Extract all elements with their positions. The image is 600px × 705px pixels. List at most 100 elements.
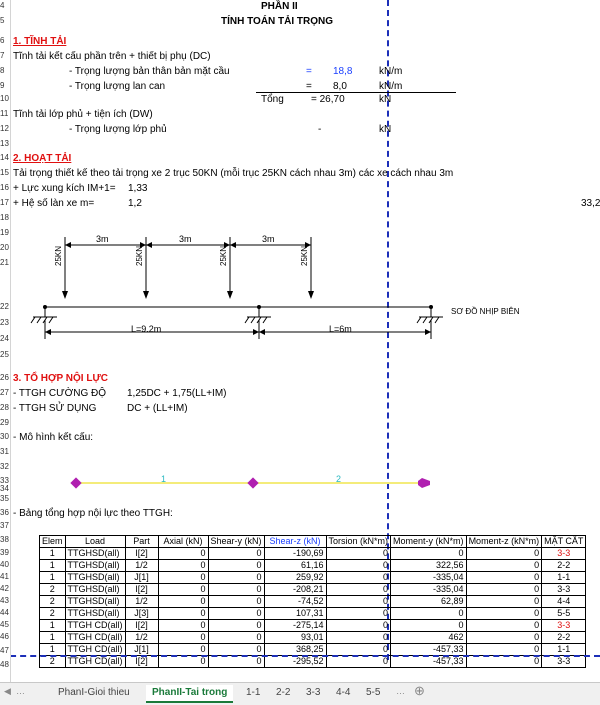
table-cell[interactable]: -275,14 — [263, 619, 327, 632]
table-cell[interactable]: 3-3 — [541, 583, 587, 596]
row-number[interactable]: 31 — [0, 447, 10, 456]
more-sheets-icon[interactable]: … — [396, 686, 405, 696]
row-number[interactable]: 24 — [0, 334, 10, 343]
row-number[interactable]: 47 — [0, 646, 10, 655]
tab-2-2[interactable]: 2-2 — [270, 685, 296, 701]
edge-cell-value[interactable]: 33,2 — [581, 198, 600, 210]
table-cell[interactable]: 0 — [325, 595, 392, 608]
table-cell[interactable]: 0 — [465, 571, 543, 584]
table-cell[interactable]: I[2] — [124, 583, 159, 596]
table-cell[interactable]: TTGHSD(all) — [64, 547, 126, 560]
table-cell[interactable]: 61,16 — [263, 559, 327, 572]
table-cell[interactable]: 0 — [157, 583, 209, 596]
tab-phanii-tai-trong[interactable]: PhanII-Tai trong — [146, 685, 234, 703]
table-cell[interactable]: 0 — [157, 571, 209, 584]
table-cell[interactable]: 1-1 — [541, 643, 587, 656]
table-cell[interactable]: 462 — [390, 631, 467, 644]
table-cell[interactable]: 0 — [325, 619, 392, 632]
add-sheet-icon[interactable]: ⊕ — [414, 683, 425, 699]
table-cell[interactable]: 0 — [465, 631, 543, 644]
table-cell[interactable]: 0 — [390, 547, 467, 560]
row-number[interactable]: 22 — [0, 302, 10, 311]
row-number[interactable]: 13 — [0, 139, 10, 148]
table-header-cell[interactable]: Moment-z (kN*m) — [465, 535, 543, 548]
tab-1-1[interactable]: 1-1 — [240, 685, 266, 701]
table-cell[interactable]: TTGH CD(all) — [64, 631, 126, 644]
row-number[interactable]: 7 — [0, 51, 10, 60]
table-cell[interactable]: TTGH CD(all) — [64, 619, 126, 632]
table-header-cell[interactable]: MẶT CẮT — [541, 535, 587, 548]
table-cell[interactable]: 1 — [39, 643, 66, 656]
table-cell[interactable]: 93,01 — [263, 631, 327, 644]
row-number[interactable]: 37 — [0, 521, 10, 530]
table-cell[interactable]: 0 — [157, 595, 209, 608]
row-number[interactable]: 19 — [0, 228, 10, 237]
row-number[interactable]: 29 — [0, 418, 10, 427]
table-cell[interactable]: 0 — [465, 547, 543, 560]
row-number[interactable]: 15 — [0, 168, 10, 177]
row-number[interactable]: 9 — [0, 81, 10, 90]
table-cell[interactable]: 322,56 — [390, 559, 467, 572]
table-cell[interactable]: 0 — [465, 595, 543, 608]
table-cell[interactable]: 0 — [325, 571, 392, 584]
row-number[interactable]: 32 — [0, 462, 10, 471]
row-number[interactable]: 20 — [0, 243, 10, 252]
table-cell[interactable]: 0 — [157, 559, 209, 572]
table-cell[interactable]: 0 — [157, 547, 209, 560]
row-number[interactable]: 8 — [0, 66, 10, 75]
table-cell[interactable]: 259,92 — [263, 571, 327, 584]
slab-weight-value[interactable]: 18,8 — [333, 66, 352, 78]
table-cell[interactable]: 1 — [39, 547, 66, 560]
table-cell[interactable]: 1 — [39, 619, 66, 632]
row-number[interactable]: 5 — [0, 16, 10, 25]
table-cell[interactable]: J[1] — [124, 571, 159, 584]
table-cell[interactable]: 0 — [207, 571, 265, 584]
table-cell[interactable]: TTGHSD(all) — [64, 583, 126, 596]
table-cell[interactable]: 0 — [207, 619, 265, 632]
prev-sheet-icon[interactable]: ◀ — [4, 686, 11, 697]
table-cell[interactable]: -335,04 — [390, 571, 467, 584]
table-cell[interactable]: I[2] — [124, 655, 159, 668]
table-cell[interactable]: J[3] — [124, 607, 159, 620]
table-cell[interactable]: TTGH CD(all) — [64, 655, 126, 668]
table-cell[interactable]: 3-3 — [541, 619, 587, 632]
worksheet[interactable]: PHẦN II TÍNH TOÁN TẢI TRỌNG 1. TĨNH TẢI … — [11, 0, 600, 682]
row-number[interactable]: 34 — [0, 484, 10, 493]
tab-5-5[interactable]: 5-5 — [360, 685, 386, 701]
table-cell[interactable]: 0 — [157, 655, 209, 668]
row-number[interactable]: 28 — [0, 403, 10, 412]
table-cell[interactable]: 1/2 — [124, 631, 159, 644]
table-cell[interactable]: -74,52 — [263, 595, 327, 608]
table-cell[interactable]: 0 — [325, 607, 392, 620]
tab-3-3[interactable]: 3-3 — [300, 685, 326, 701]
table-cell[interactable]: 0 — [390, 607, 467, 620]
table-cell[interactable]: 0 — [465, 559, 543, 572]
table-cell[interactable]: TTGHSD(all) — [64, 559, 126, 572]
row-number[interactable]: 23 — [0, 318, 10, 327]
row-number[interactable]: 14 — [0, 153, 10, 162]
table-cell[interactable]: I[2] — [124, 619, 159, 632]
row-number[interactable]: 48 — [0, 660, 10, 669]
table-cell[interactable]: TTGHSD(all) — [64, 607, 126, 620]
table-cell[interactable]: TTGH CD(all) — [64, 643, 126, 656]
row-number[interactable]: 45 — [0, 620, 10, 629]
table-cell[interactable]: 1/2 — [124, 595, 159, 608]
row-number[interactable]: 39 — [0, 548, 10, 557]
table-cell[interactable]: 0 — [465, 655, 543, 668]
row-number[interactable]: 26 — [0, 373, 10, 382]
table-cell[interactable]: -295,52 — [263, 655, 327, 668]
table-header-cell[interactable]: Moment-y (kN*m) — [390, 535, 467, 548]
row-number[interactable]: 44 — [0, 608, 10, 617]
row-number[interactable]: 27 — [0, 388, 10, 397]
row-number[interactable]: 42 — [0, 584, 10, 593]
table-cell[interactable]: 0 — [207, 655, 265, 668]
impact-factor-value[interactable]: 1,33 — [128, 183, 147, 195]
row-number[interactable]: 46 — [0, 632, 10, 641]
table-cell[interactable]: -457,33 — [390, 643, 467, 656]
row-number[interactable]: 40 — [0, 560, 10, 569]
row-number[interactable]: 35 — [0, 494, 10, 503]
table-cell[interactable]: 1 — [39, 559, 66, 572]
table-cell[interactable]: 0 — [157, 643, 209, 656]
table-header-cell[interactable]: Torsion (kN*m) — [325, 535, 392, 548]
table-header-cell[interactable]: Part — [124, 535, 159, 548]
